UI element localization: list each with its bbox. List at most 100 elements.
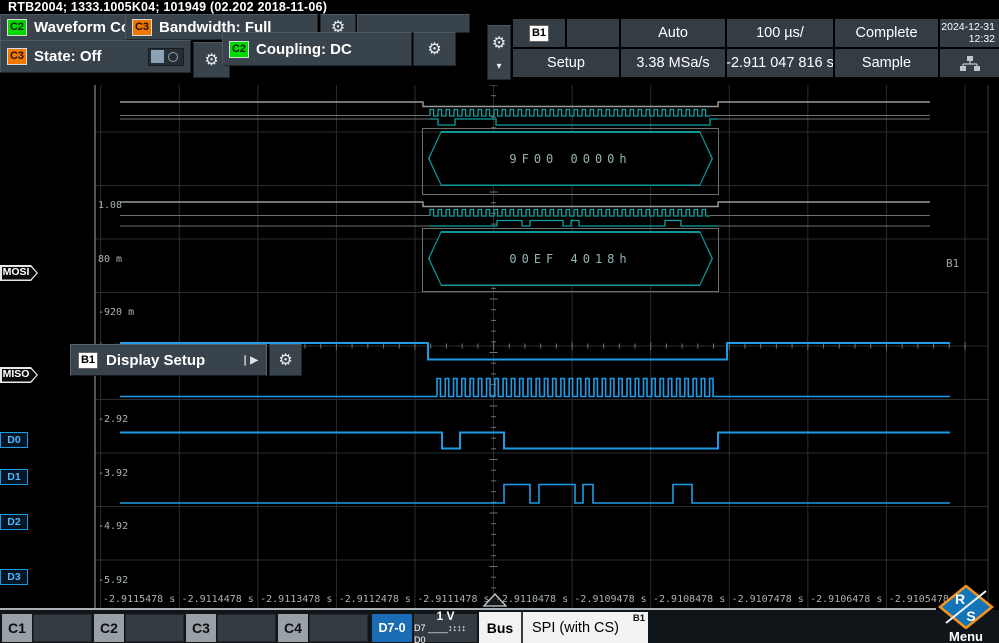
state-panel[interactable]: C3 State: Off [0,40,191,73]
x-axis-tick-label: -2.9112478 s [338,594,411,605]
device-title: RTB2004; 1333.1005K04; 101949 (02.202 20… [0,0,999,15]
bus-number-badge: B1 [632,613,645,624]
channel-badge-c2: C2 [229,40,249,58]
signal-d3 [120,483,950,504]
bus-display-setup-popup[interactable]: B1 Display Setup ❘▶ ⚙ [70,344,302,376]
waveform-color-panel[interactable]: C2 Waveform Colo [0,14,128,41]
y-axis-tick-label: 80 m [98,254,123,265]
signal-d2 [120,431,950,450]
channel-preview-c2[interactable] [125,614,184,642]
time-label: 12:32 [968,33,995,45]
signal-mosi-clk [429,108,710,117]
channel-badge-c3: C3 [7,48,27,65]
display-setup-menu-item[interactable]: B1 Display Setup ❘▶ [70,344,267,376]
signal-mosi-data [430,118,718,126]
y-axis-tick-label: -920 m [98,307,135,318]
menu-button[interactable]: Menu [936,629,996,643]
channel-preview-c1[interactable] [33,614,92,642]
x-axis-tick-label: -2.9115478 s [103,594,176,605]
digital-bus-button[interactable]: D7-0 [372,614,412,642]
channel-tag-mosi[interactable]: MOSI [0,265,38,281]
y-axis-tick-label: -2.92 [98,414,129,425]
channel-tag-d1[interactable]: D1 [0,469,28,485]
bus-decode-value: 00EF 4018h [509,251,632,266]
digital-bus-preview[interactable]: 1 V D7 ____↕↕↕↕ D0 [414,610,477,643]
b1-badge: B1 [78,351,98,369]
channel-preview-c3[interactable] [217,614,276,642]
signal-mosi-cs [120,101,930,108]
channel-button-c4[interactable]: C4 [278,614,308,642]
digital-scale-label: 1 V [436,609,455,623]
toggle-ring [168,51,178,62]
channel-tag-d3[interactable]: D3 [0,569,28,585]
channel-tag-d0[interactable]: D0 [0,432,28,448]
network-icon [959,55,980,71]
waveform-display[interactable]: 9F00 0000h00EF 4018h 1.0880 m-920 m-1.92… [0,85,999,639]
state-label: State: Off [34,48,102,65]
x-axis-tick-label: -2.9106478 s [810,594,883,605]
bus-tab-label[interactable]: Bus [479,612,523,643]
empty-status-cell [567,19,619,47]
x-axis-tick-label: -2.9110478 s [495,594,569,605]
bus-protocol-button[interactable]: SPI (with CS) B1 [523,612,648,643]
oscilloscope-screen: RTB2004; 1333.1005K04; 101949 (02.202 20… [0,0,999,643]
setup-cell[interactable]: Setup [513,49,619,77]
b1-badge: B1 [529,24,549,42]
gear-icon: ⚙ [491,35,507,52]
x-axis-tick-label: -2.9111478 s [417,594,490,605]
toggle-knob [151,50,164,63]
network-cell[interactable] [940,49,999,77]
bus-trace-label: B1 [946,257,960,270]
coupling-label: Coupling: DC [256,40,352,58]
channel-button-c3[interactable]: C3 [186,614,216,642]
timebase-cell[interactable]: 100 µs/ [727,19,833,47]
signal-d1 [436,377,718,398]
datetime-cell: 2024-12-31 12:32 [940,19,999,47]
bottom-toolbar: C1 C2 C3 C4 D7-0 1 V D7 ____↕↕↕↕ D0 Bus SPI… [0,610,999,643]
x-axis-tick-label: -2.9113478 s [260,594,333,605]
sample-rate-cell: 3.38 MSa/s [621,49,725,77]
x-axis-tick-label: -2.9109478 s [574,594,647,605]
popup-gear-button[interactable]: ⚙ [269,344,302,376]
menu-gear-button[interactable]: ⚙ ▾ [487,25,511,80]
y-axis-tick-label: -4.92 [98,521,129,532]
channel-button-c2[interactable]: C2 [94,614,124,642]
gear-icon: ⚙ [278,352,293,369]
channel-tag-miso[interactable]: MISO [0,367,38,383]
channel-badge-c2: C2 [7,19,27,36]
status-band: B1 Auto 100 µs/ Complete 2024-12-31 12:3… [513,19,999,77]
coupling-panel[interactable]: C2 Coupling: DC [222,32,412,66]
chevron-down-icon: ▾ [496,61,502,72]
y-axis-tick-label: 1.08 [98,200,123,211]
channel-button-c1[interactable]: C1 [2,614,32,642]
digital-range-label: D7 ____↕↕↕↕ D0 [414,623,467,643]
rohde-schwarz-logo: R S [938,584,994,630]
channel-badge-c3: C3 [132,18,152,36]
signal-miso-cs [120,201,930,208]
acq-state-cell: Complete [835,19,938,47]
x-axis-tick-label: -2.9108478 s [652,594,726,605]
bus-status-cell[interactable]: B1 [513,19,619,47]
bus-tab[interactable]: Bus SPI (with CS) B1 [479,612,648,643]
state-toggle[interactable] [148,47,184,66]
waveform-color-label: Waveform Colo [34,19,127,36]
signal-miso-data [430,219,718,227]
y-axis-tick-label: -3.92 [98,468,129,479]
header-panel-spacer [357,14,470,33]
channel-preview-c4[interactable] [309,614,368,642]
bus-decode-value: 9F00 0000h [509,151,632,166]
bus-protocol-label: SPI (with CS) [532,619,620,636]
bus-decode-frame: 00EF 4018h [428,231,713,286]
h-position-cell[interactable]: -2.911 047 816 s [727,49,833,77]
menu-corner[interactable]: R S Menu [936,584,996,643]
bus-decode-frame: 9F00 0000h [428,131,713,186]
svg-text:R: R [955,591,965,607]
acq-type-cell: Sample [835,49,938,77]
channel-tag-d2[interactable]: D2 [0,514,28,530]
coupling-gear-button[interactable]: ⚙ [413,32,456,66]
date-label: 2024-12-31 [941,21,995,33]
y-axis-tick-label: -5.92 [98,575,129,586]
display-setup-label: Display Setup [106,351,206,369]
gear-icon: ⚙ [204,52,219,69]
trigger-mode-cell[interactable]: Auto [621,19,725,47]
